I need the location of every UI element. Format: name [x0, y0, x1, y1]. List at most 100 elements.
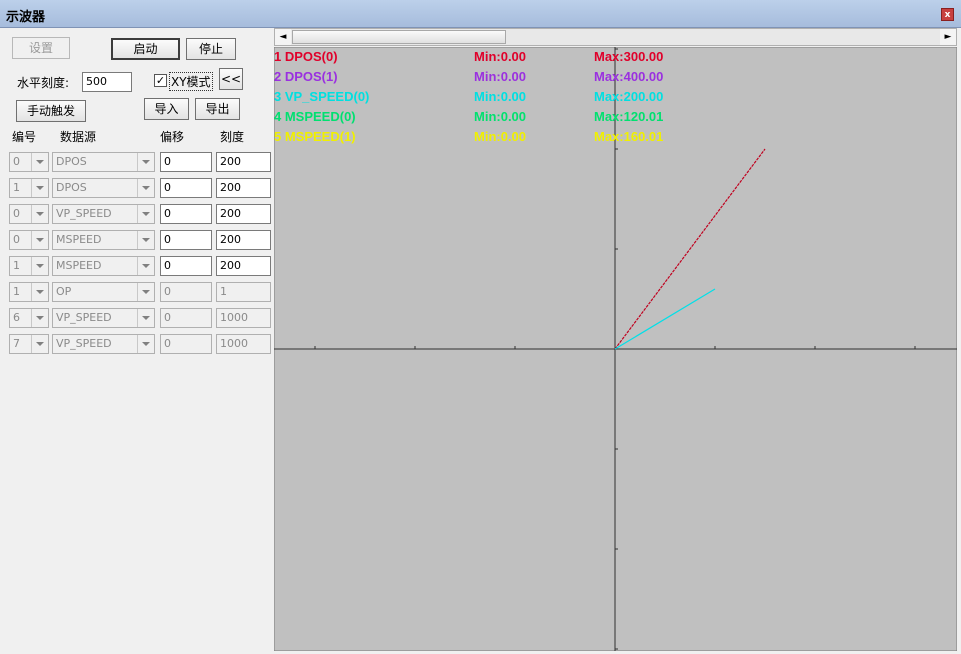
chevron-down-icon	[137, 309, 154, 327]
channel-scale-input-value: 200	[220, 233, 241, 246]
channel-scale-input-value: 1	[220, 285, 227, 298]
chevron-down-icon	[31, 179, 48, 197]
channel-offset-input-value: 0	[164, 181, 171, 194]
horizontal-scrollbar[interactable]: ◄ ►	[274, 28, 957, 46]
channel-scale-input[interactable]: 1000	[216, 334, 271, 354]
xy-mode-label: XY模式	[169, 72, 213, 91]
channel-num-select-value: 6	[13, 311, 20, 324]
channel-offset-input-value: 0	[164, 155, 171, 168]
channel-scale-input[interactable]: 1000	[216, 308, 271, 328]
channel-num-select[interactable]: 0	[9, 204, 49, 224]
channel-num-select[interactable]: 6	[9, 308, 49, 328]
channel-source-select[interactable]: DPOS	[52, 152, 155, 172]
manual-trigger-button[interactable]: 手动触发	[16, 100, 86, 122]
channel-source-select[interactable]: VP_SPEED	[52, 308, 155, 328]
channel-offset-input[interactable]: 0	[160, 334, 212, 354]
channel-num-select-value: 1	[13, 259, 20, 272]
channel-source-select[interactable]: MSPEED	[52, 230, 155, 250]
channel-offset-input[interactable]: 0	[160, 152, 212, 172]
channel-source-select-value: MSPEED	[56, 233, 102, 246]
scroll-right-icon[interactable]: ►	[940, 29, 956, 45]
channel-num-select[interactable]: 0	[9, 152, 49, 172]
chevron-down-icon	[31, 231, 48, 249]
channel-scale-input-value: 1000	[220, 311, 248, 324]
chevron-down-icon	[137, 283, 154, 301]
channel-source-select[interactable]: DPOS	[52, 178, 155, 198]
chevron-down-icon	[31, 309, 48, 327]
legend-max: Max:120.01	[594, 109, 663, 124]
scroll-thumb[interactable]	[292, 30, 506, 44]
channel-offset-input-value: 0	[164, 207, 171, 220]
channel-source-select-value: VP_SPEED	[56, 337, 112, 350]
channel-source-select-value: MSPEED	[56, 259, 102, 272]
settings-button[interactable]: 设置	[12, 37, 70, 59]
channel-scale-input[interactable]: 200	[216, 178, 271, 198]
chevron-down-icon	[31, 335, 48, 353]
chevron-down-icon	[31, 153, 48, 171]
legend-max: Max:160.01	[594, 129, 663, 144]
channel-source-select-value: DPOS	[56, 181, 87, 194]
channel-source-select-value: VP_SPEED	[56, 311, 112, 324]
channel-num-select-value: 0	[13, 155, 20, 168]
channel-scale-input[interactable]: 200	[216, 152, 271, 172]
channel-num-select[interactable]: 1	[9, 282, 49, 302]
channel-offset-input[interactable]: 0	[160, 204, 212, 224]
channel-num-select[interactable]: 7	[9, 334, 49, 354]
channel-scale-input[interactable]: 200	[216, 230, 271, 250]
close-button[interactable]: x	[941, 8, 954, 21]
channel-num-select-value: 1	[13, 181, 20, 194]
horizontal-scale-input[interactable]: 500	[82, 72, 132, 92]
header-offset: 偏移	[160, 130, 185, 144]
legend-name: 3 VP_SPEED(0)	[274, 89, 369, 104]
legend-min: Min:0.00	[474, 69, 526, 84]
window-title: 示波器	[6, 10, 46, 25]
scope-plot[interactable]: 1 DPOS(0) Min:0.00 Max:300.00 2 DPOS(1) Min:…	[274, 47, 957, 651]
legend-name: 4 MSPEED(0)	[274, 109, 356, 124]
chevron-down-icon	[137, 205, 154, 223]
channel-source-select[interactable]: MSPEED	[52, 256, 155, 276]
legend-max: Max:300.00	[594, 49, 663, 64]
legend-min: Min:0.00	[474, 89, 526, 104]
legend-name: 1 DPOS(0)	[274, 49, 338, 64]
channel-offset-input[interactable]: 0	[160, 256, 212, 276]
legend-max: Max:400.00	[594, 69, 663, 84]
import-button[interactable]: 导入	[144, 98, 189, 120]
channel-offset-input[interactable]: 0	[160, 282, 212, 302]
chevron-down-icon	[31, 283, 48, 301]
channel-scale-input[interactable]: 1	[216, 282, 271, 302]
legend-min: Min:0.00	[474, 129, 526, 144]
start-button[interactable]: 启动	[111, 38, 180, 60]
channel-offset-input[interactable]: 0	[160, 308, 212, 328]
channel-source-select[interactable]: VP_SPEED	[52, 204, 155, 224]
scroll-left-icon[interactable]: ◄	[275, 29, 291, 45]
legend-min: Min:0.00	[474, 109, 526, 124]
xy-mode-checkbox[interactable]: ✓	[154, 74, 167, 87]
control-panel: 设置 启动 停止 水平刻度: 500 ✓ XY模式 << 手动触发 导入 导出 …	[0, 28, 274, 652]
channel-source-select-value: DPOS	[56, 155, 87, 168]
channel-num-select[interactable]: 0	[9, 230, 49, 250]
channel-scale-input-value: 200	[220, 259, 241, 272]
channel-offset-input-value: 0	[164, 337, 171, 350]
channel-scale-input-value: 1000	[220, 337, 248, 350]
channel-offset-input-value: 0	[164, 259, 171, 272]
channel-offset-input[interactable]: 0	[160, 178, 212, 198]
channel-source-select[interactable]: OP	[52, 282, 155, 302]
collapse-button[interactable]: <<	[219, 68, 243, 90]
chevron-down-icon	[137, 153, 154, 171]
channel-offset-input[interactable]: 0	[160, 230, 212, 250]
channel-num-select[interactable]: 1	[9, 178, 49, 198]
channel-scale-input[interactable]: 200	[216, 256, 271, 276]
horizontal-scale-label: 水平刻度:	[17, 76, 70, 90]
channel-num-select[interactable]: 1	[9, 256, 49, 276]
stop-button[interactable]: 停止	[186, 38, 236, 60]
channel-num-select-value: 0	[13, 207, 20, 220]
chevron-down-icon	[31, 205, 48, 223]
chevron-down-icon	[137, 257, 154, 275]
channel-offset-input-value: 0	[164, 285, 171, 298]
channel-scale-input[interactable]: 200	[216, 204, 271, 224]
channel-scale-input-value: 200	[220, 181, 241, 194]
channel-offset-input-value: 0	[164, 233, 171, 246]
channel-source-select[interactable]: VP_SPEED	[52, 334, 155, 354]
channel-scale-input-value: 200	[220, 155, 241, 168]
export-button[interactable]: 导出	[195, 98, 240, 120]
